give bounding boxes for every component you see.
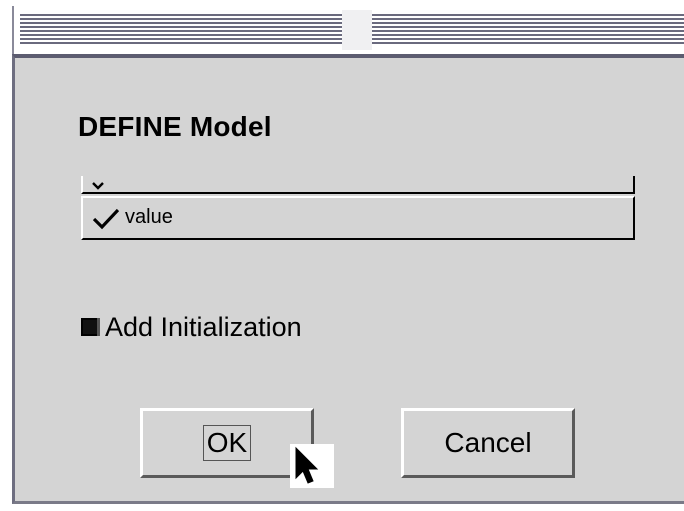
- checkbox-indicator[interactable]: [81, 318, 100, 336]
- dialog-window: DEFINE Model value Add Initialization OK…: [0, 0, 684, 511]
- combo-selected-item[interactable]: value: [81, 196, 635, 240]
- add-initialization-label[interactable]: Add Initialization: [105, 312, 302, 343]
- combo-selected-value: value: [125, 206, 173, 228]
- mouse-pointer-icon: [290, 444, 334, 488]
- combo-header[interactable]: [81, 176, 635, 194]
- title-bar-grip-left: [20, 14, 342, 46]
- title-bar-gap: [342, 10, 372, 50]
- title-bar-grip-right: [372, 14, 684, 46]
- title-bar[interactable]: [12, 6, 684, 54]
- dialog-title: DEFINE Model: [78, 111, 272, 142]
- checkmark-icon: [92, 208, 120, 230]
- model-combo[interactable]: value: [81, 176, 635, 242]
- cancel-button-label: Cancel: [444, 427, 532, 458]
- chevron-down-icon[interactable]: [91, 178, 105, 190]
- cancel-button[interactable]: Cancel: [401, 408, 575, 478]
- ok-button-label: OK: [202, 425, 252, 461]
- ok-button[interactable]: OK: [140, 408, 314, 478]
- add-initialization-checkbox[interactable]: Add Initialization: [81, 310, 302, 344]
- dialog-body: DEFINE Model value Add Initialization OK…: [12, 54, 684, 504]
